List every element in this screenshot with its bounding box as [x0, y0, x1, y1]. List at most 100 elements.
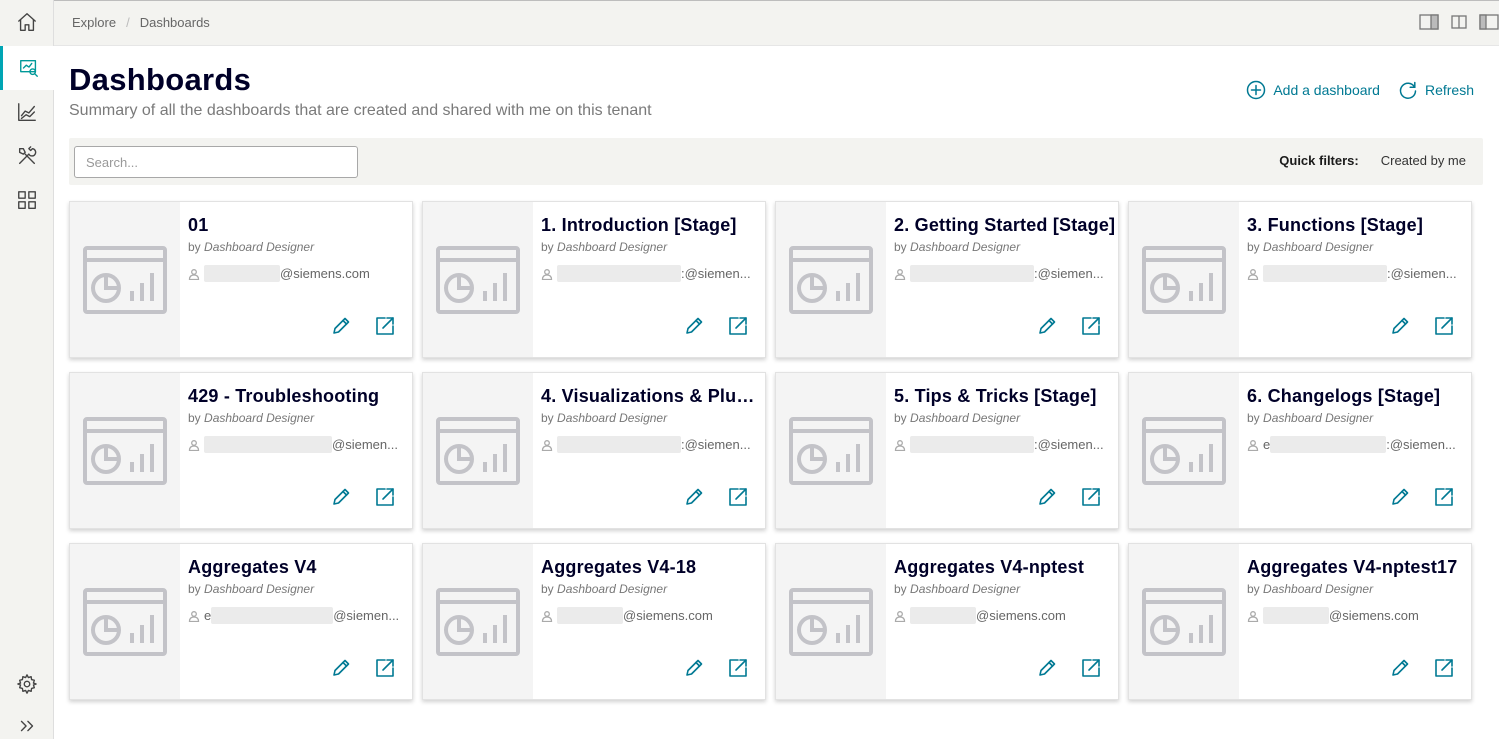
dashboard-owner: @siemens.com	[1247, 607, 1465, 624]
edit-dashboard-button[interactable]	[329, 485, 353, 509]
pencil-icon	[333, 659, 350, 676]
edit-dashboard-button[interactable]	[682, 656, 706, 680]
dashboard-author: by Dashboard Designer	[541, 411, 668, 425]
sidebar-item-home[interactable]	[0, 0, 54, 44]
layout-left-panel-button[interactable]	[1479, 13, 1499, 31]
edit-dashboard-button[interactable]	[682, 485, 706, 509]
pencil-icon	[1039, 317, 1056, 334]
external-link-icon	[376, 659, 394, 677]
edit-dashboard-button[interactable]	[1388, 656, 1412, 680]
dashboard-thumbnail	[423, 202, 533, 357]
edit-dashboard-button[interactable]	[1035, 314, 1059, 338]
external-link-icon	[1435, 659, 1453, 677]
refresh-label: Refresh	[1424, 82, 1474, 98]
dashboard-title: 1. Introduction [Stage]	[541, 215, 737, 235]
dashboard-card[interactable]: Aggregates V4-18 by Dashboard Designer @…	[422, 543, 766, 700]
dashboard-card[interactable]: 4. Visualizations & Plugi... by Dashboar…	[422, 372, 766, 529]
open-dashboard-button[interactable]	[1079, 314, 1103, 338]
dashboard-card[interactable]: 5. Tips & Tricks [Stage] by Dashboard De…	[775, 372, 1119, 529]
redacted-email	[1270, 436, 1387, 453]
breadcrumb-explore[interactable]: Explore	[72, 15, 116, 30]
add-dashboard-button[interactable]: Add a dashboard	[1246, 80, 1380, 100]
dashboard-card[interactable]: 1. Introduction [Stage] by Dashboard Des…	[422, 201, 766, 358]
open-dashboard-button[interactable]	[1432, 314, 1456, 338]
external-link-icon	[1435, 488, 1453, 506]
filter-created-by-me[interactable]: Created by me	[1381, 153, 1466, 168]
open-dashboard-button[interactable]	[1432, 485, 1456, 509]
dashboard-thumbnail	[776, 202, 886, 357]
external-link-icon	[1435, 317, 1453, 335]
open-dashboard-button[interactable]	[1079, 656, 1103, 680]
open-dashboard-button[interactable]	[373, 314, 397, 338]
edit-dashboard-button[interactable]	[1388, 314, 1412, 338]
dashboard-placeholder-icon	[436, 416, 520, 485]
dashboard-card[interactable]: 429 - Troubleshooting by Dashboard Desig…	[69, 372, 413, 529]
dashboard-thumbnail	[776, 544, 886, 699]
dashboard-thumbnail	[1129, 373, 1239, 528]
dashboard-author: by Dashboard Designer	[1247, 240, 1374, 254]
dashboard-placeholder-icon	[1142, 587, 1226, 656]
layout-right-panel-button[interactable]	[1419, 13, 1439, 31]
sidebar-item-settings[interactable]	[0, 662, 54, 706]
breadcrumb-dashboards[interactable]: Dashboards	[140, 15, 210, 30]
breadcrumb: Explore / Dashboards	[72, 15, 210, 30]
open-dashboard-button[interactable]	[373, 656, 397, 680]
dashboard-card[interactable]: Aggregates V4-nptest by Dashboard Design…	[775, 543, 1119, 700]
dashboard-owner: @siemens.com	[894, 607, 1112, 624]
search-input[interactable]	[74, 146, 358, 178]
pencil-icon	[686, 317, 703, 334]
panel-right-icon	[1419, 14, 1439, 30]
dashboard-placeholder-icon	[436, 587, 520, 656]
open-dashboard-button[interactable]	[1079, 485, 1103, 509]
page-title: Dashboards	[69, 62, 252, 97]
dashboard-card[interactable]: 2. Getting Started [Stage] by Dashboard …	[775, 201, 1119, 358]
dashboard-card[interactable]: 01 by Dashboard Designer @siemens.com	[69, 201, 413, 358]
dashboard-owner: @siemen...	[188, 436, 406, 453]
external-link-icon	[376, 488, 394, 506]
edit-dashboard-button[interactable]	[1035, 656, 1059, 680]
open-dashboard-button[interactable]	[373, 485, 397, 509]
sidebar-item-analytics[interactable]	[0, 90, 54, 134]
dashboard-thumbnail	[423, 544, 533, 699]
dashboard-card[interactable]: 3. Functions [Stage] by Dashboard Design…	[1128, 201, 1472, 358]
sidebar-item-apps[interactable]	[0, 178, 54, 222]
edit-dashboard-button[interactable]	[1035, 485, 1059, 509]
open-dashboard-button[interactable]	[726, 314, 750, 338]
panel-split-icon	[1451, 15, 1467, 29]
dashboard-card[interactable]: 6. Changelogs [Stage] by Dashboard Desig…	[1128, 372, 1472, 529]
edit-dashboard-button[interactable]	[682, 314, 706, 338]
pencil-icon	[1039, 659, 1056, 676]
open-dashboard-button[interactable]	[1432, 656, 1456, 680]
open-dashboard-button[interactable]	[726, 485, 750, 509]
dashboard-author: by Dashboard Designer	[188, 582, 315, 596]
expand-icon	[20, 720, 34, 732]
edit-dashboard-button[interactable]	[329, 314, 353, 338]
dashboard-card[interactable]: Aggregates V4 by Dashboard Designer e @s…	[69, 543, 413, 700]
dashboard-thumbnail	[70, 373, 180, 528]
dashboard-owner: :@siemen...	[541, 265, 759, 282]
dashboard-thumbnail	[1129, 544, 1239, 699]
dashboard-title: Aggregates V4-18	[541, 557, 697, 577]
layout-split-button[interactable]	[1449, 13, 1469, 31]
redacted-email	[910, 436, 1034, 453]
sidebar-expand[interactable]	[0, 704, 54, 739]
pencil-icon	[686, 659, 703, 676]
dashboard-owner: :@siemen...	[1247, 265, 1465, 282]
redacted-email	[910, 607, 976, 624]
dashboard-owner: e :@siemen...	[1247, 436, 1465, 453]
dashboard-card[interactable]: Aggregates V4-nptest17 by Dashboard Desi…	[1128, 543, 1472, 700]
edit-dashboard-button[interactable]	[329, 656, 353, 680]
dashboard-placeholder-icon	[789, 416, 873, 485]
sidebar-item-explore[interactable]	[0, 46, 54, 90]
dashboard-title: 3. Functions [Stage]	[1247, 215, 1424, 235]
open-dashboard-button[interactable]	[726, 656, 750, 680]
dashboard-title: Aggregates V4-nptest17	[1247, 557, 1458, 577]
redacted-email	[1263, 265, 1387, 282]
sidebar-item-tools[interactable]	[0, 134, 54, 178]
dashboard-title: 4. Visualizations & Plugi...	[541, 386, 763, 406]
user-icon	[541, 268, 553, 280]
refresh-button[interactable]: Refresh	[1398, 80, 1474, 100]
edit-dashboard-button[interactable]	[1388, 485, 1412, 509]
redacted-email	[1263, 607, 1329, 624]
user-icon	[188, 439, 200, 451]
